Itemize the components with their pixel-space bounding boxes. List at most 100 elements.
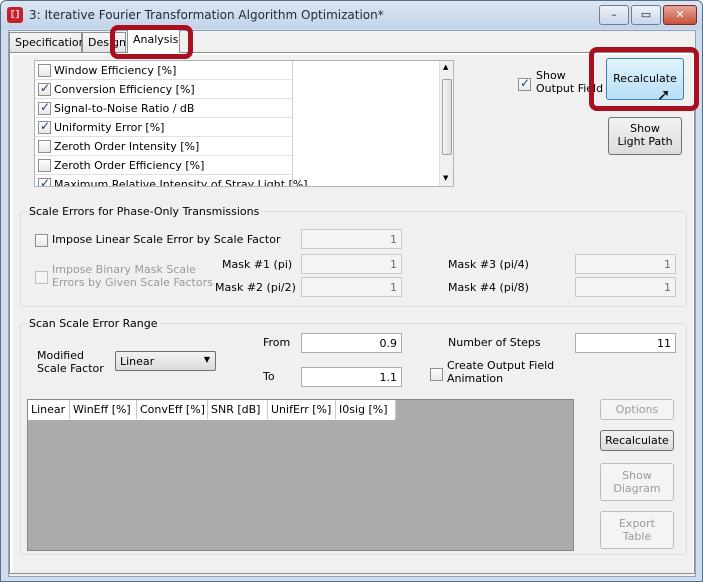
list-item-label: Window Efficiency [%] [54, 64, 177, 77]
to-label: To [263, 370, 275, 383]
list-item-label: Zeroth Order Efficiency [%] [54, 159, 205, 172]
column-header-wineff[interactable]: WinEff [%] [70, 400, 137, 419]
checkbox[interactable] [38, 119, 51, 134]
title-bar[interactable]: ⟦⟧ 3: Iterative Fourier Transformation A… [1, 1, 702, 29]
mask3-label: Mask #3 (pi/4) [448, 258, 529, 271]
mask4-field[interactable]: 1 [575, 277, 676, 297]
mask1-field[interactable]: 1 [301, 254, 402, 274]
header-label: I0sig [%] [339, 403, 388, 416]
checkbox[interactable] [38, 176, 51, 186]
mask4-label: Mask #4 (pi/8) [448, 281, 529, 294]
recalculate-highlight [589, 47, 699, 111]
column-header-linear[interactable]: Linear [28, 400, 70, 419]
steps-field[interactable]: 11 [575, 333, 676, 353]
list-item[interactable]: Zeroth Order Efficiency [%] [35, 156, 293, 175]
impose-linear-checkbox[interactable] [35, 234, 48, 247]
header-label: UnifErr [%] [271, 403, 332, 416]
tab-specification[interactable]: Specification [9, 32, 86, 53]
recalculate-table-button[interactable]: Recalculate [600, 430, 674, 451]
mask1-label: Mask #1 (pi) [222, 258, 293, 271]
list-item[interactable]: Uniformity Error [%] [35, 118, 293, 137]
from-field[interactable]: 0.9 [301, 333, 402, 353]
scan-range-title: Scan Scale Error Range [27, 317, 160, 330]
header-label: Linear [31, 403, 66, 416]
list-item-label: Signal-to-Noise Ratio / dB [54, 102, 195, 115]
mask3-field[interactable]: 1 [575, 254, 676, 274]
checkbox[interactable] [38, 81, 51, 96]
maximize-icon: ▭ [640, 8, 652, 21]
list-item[interactable]: Zeroth Order Intensity [%] [35, 137, 293, 156]
show-light-path-button[interactable]: Show Light Path [608, 117, 682, 155]
checkbox[interactable] [38, 100, 51, 115]
field-value: 11 [657, 337, 671, 350]
button-label: Show [622, 469, 652, 482]
options-button[interactable]: Options [600, 399, 674, 420]
mouse-cursor-icon: ➚ [657, 85, 671, 104]
impose-binary-checkbox[interactable] [35, 271, 48, 284]
table-header: Linear WinEff [%] ConvEff [%] SNR [dB] U… [28, 400, 396, 420]
steps-label: Number of Steps [448, 336, 541, 349]
scroll-up-icon[interactable]: ▲ [443, 63, 448, 71]
minimize-button[interactable]: – [599, 5, 629, 25]
results-table[interactable]: Linear WinEff [%] ConvEff [%] SNR [dB] U… [27, 399, 574, 551]
impose-binary-label: Errors by Given Scale Factors [52, 276, 213, 289]
to-field[interactable]: 1.1 [301, 367, 402, 387]
list-item-label: Uniformity Error [%] [54, 121, 165, 134]
list-item[interactable]: Window Efficiency [%] [35, 61, 293, 80]
list-item[interactable]: Signal-to-Noise Ratio / dB [35, 99, 293, 118]
chevron-down-icon: ▼ [203, 355, 210, 364]
scroll-thumb[interactable] [442, 79, 452, 155]
field-value: 1 [664, 258, 671, 271]
show-output-field-checkbox[interactable] [518, 76, 531, 91]
button-label: Light Path [617, 135, 673, 148]
scale-mode-dropdown[interactable]: Linear ▼ [115, 351, 216, 371]
list-scrollbar[interactable]: ▲ ▼ [439, 61, 453, 186]
analysis-tab-highlight [110, 25, 193, 59]
list-item[interactable]: Conversion Efficiency [%] [35, 80, 293, 99]
modified-scale-label: Modified [37, 349, 84, 362]
button-label: Show [630, 122, 660, 135]
list-item-label: Conversion Efficiency [%] [54, 83, 195, 96]
field-value: 1 [664, 281, 671, 294]
checkbox[interactable] [38, 140, 51, 153]
show-diagram-button[interactable]: Show Diagram [600, 463, 674, 501]
field-value: 1 [390, 281, 397, 294]
close-icon: ✕ [675, 8, 685, 21]
export-table-button[interactable]: Export Table [600, 511, 674, 549]
list-item[interactable]: Maximum Relative Intensity of Stray Ligh… [35, 175, 308, 186]
scroll-down-icon[interactable]: ▼ [443, 174, 448, 182]
merit-function-list[interactable]: Window Efficiency [%] Conversion Efficie… [34, 60, 454, 187]
list-item-label: Maximum Relative Intensity of Stray Ligh… [54, 178, 308, 187]
checkbox[interactable] [38, 159, 51, 172]
tab-label: Specification [15, 36, 86, 49]
modified-scale-label: Scale Factor [37, 362, 104, 375]
button-label: Recalculate [605, 434, 669, 447]
minimize-icon: – [611, 8, 617, 21]
header-label: ConvEff [%] [140, 403, 205, 416]
from-label: From [263, 336, 291, 349]
column-header-conveff[interactable]: ConvEff [%] [137, 400, 208, 419]
show-output-field-label: Show [536, 69, 566, 82]
list-item-label: Zeroth Order Intensity [%] [54, 140, 200, 153]
close-button[interactable]: ✕ [663, 5, 697, 25]
dropdown-value: Linear [120, 355, 155, 368]
header-label: SNR [dB] [211, 403, 261, 416]
mask2-label: Mask #2 (pi/2) [215, 281, 296, 294]
column-header-i0sig[interactable]: I0sig [%] [336, 400, 396, 419]
main-window: ⟦⟧ 3: Iterative Fourier Transformation A… [0, 0, 703, 582]
button-label: Export [618, 517, 655, 530]
button-label: Diagram [613, 482, 661, 495]
create-animation-label: Create Output Field [447, 359, 555, 372]
maximize-button[interactable]: ▭ [631, 5, 661, 25]
column-header-uniferr[interactable]: UnifErr [%] [268, 400, 336, 419]
scale-factor-field[interactable]: 1 [301, 229, 402, 249]
impose-linear-label: Impose Linear Scale Error by Scale Facto… [52, 233, 281, 246]
field-value: 0.9 [379, 337, 398, 350]
field-value: 1 [390, 258, 397, 271]
mask2-field[interactable]: 1 [301, 277, 402, 297]
column-header-snr[interactable]: SNR [dB] [208, 400, 268, 419]
button-label: Options [615, 403, 659, 416]
create-animation-checkbox[interactable] [430, 368, 443, 381]
checkbox[interactable] [38, 64, 51, 77]
impose-binary-label: Impose Binary Mask Scale [52, 263, 196, 276]
